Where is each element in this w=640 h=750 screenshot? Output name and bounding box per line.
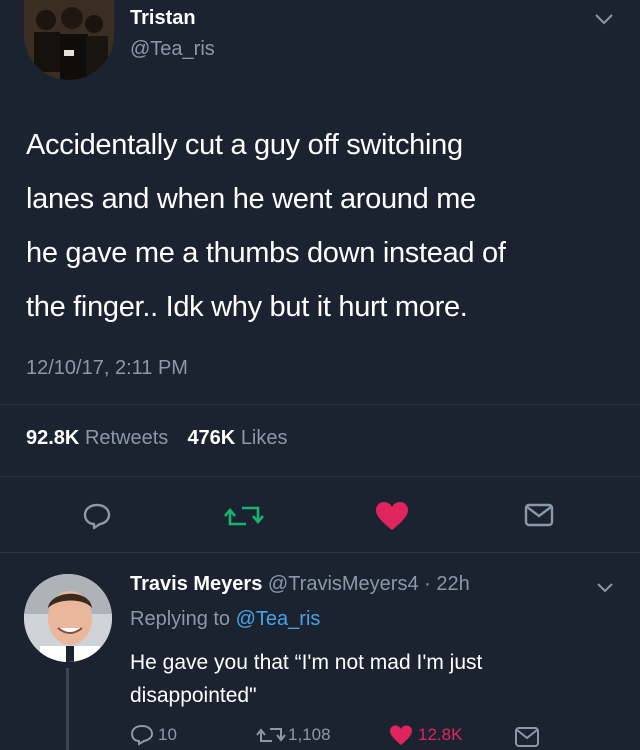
reply-author-handle[interactable]: @TravisMeyers4 xyxy=(268,573,419,595)
reply-author-name[interactable]: Travis Meyers xyxy=(130,573,262,595)
engagement-stats: 92.8K Retweets 476K Likes xyxy=(26,426,288,450)
reply-header: Travis Meyers @TravisMeyers4 · 22h xyxy=(130,572,470,596)
retweets-label[interactable]: Retweets xyxy=(85,427,168,449)
author-handle[interactable]: @Tea_ris xyxy=(130,37,215,61)
reply-separator: · xyxy=(424,573,431,595)
reply-chevron-down-icon[interactable] xyxy=(596,582,614,594)
share-icon[interactable] xyxy=(524,502,554,528)
tweet-text-line: Accidentally cut a guy off switching xyxy=(26,129,463,161)
reply-share-icon[interactable] xyxy=(514,726,540,748)
heart-small-icon xyxy=(388,724,414,746)
divider xyxy=(0,404,640,405)
tweet-text: Accidentally cut a guy off switching lan… xyxy=(26,118,626,334)
reply-action-retweet[interactable]: 1,108 xyxy=(256,724,331,746)
author-name[interactable]: Tristan xyxy=(130,6,196,30)
reply-action-like[interactable]: 12.8K xyxy=(388,724,462,746)
reply-retweet-count: 1,108 xyxy=(288,725,331,744)
divider xyxy=(0,476,640,477)
retweets-count[interactable]: 92.8K xyxy=(26,427,79,449)
tweet-text-line: he gave me a thumbs down instead of xyxy=(26,237,506,269)
heart-icon[interactable] xyxy=(374,500,410,532)
retweet-small-icon xyxy=(256,724,286,746)
replying-prefix: Replying to xyxy=(130,608,231,630)
tweet-text-line: the finger.. Idk why but it hurt more. xyxy=(26,291,468,323)
retweet-icon[interactable] xyxy=(224,502,264,530)
travis-avatar[interactable] xyxy=(24,574,112,662)
reply-small-icon xyxy=(130,724,154,746)
tweet-text-line: lanes and when he went around me xyxy=(26,183,476,215)
divider xyxy=(0,552,640,553)
replying-to: Replying to @Tea_ris xyxy=(130,606,320,632)
tweet-timestamp[interactable]: 12/10/17, 2:11 PM xyxy=(26,356,188,380)
reply-text-line: He gave you that “I'm not mad I'm just xyxy=(130,651,483,674)
tristan-avatar[interactable] xyxy=(24,0,114,80)
thread-line xyxy=(66,668,69,750)
reply-like-count: 12.8K xyxy=(418,725,463,744)
reply-count: 10 xyxy=(158,725,177,744)
reply-icon[interactable] xyxy=(82,502,112,530)
reply-text-line: disappointed" xyxy=(130,684,257,707)
likes-count[interactable]: 476K xyxy=(187,427,235,449)
chevron-down-icon[interactable] xyxy=(594,12,614,26)
replying-handle[interactable]: @Tea_ris xyxy=(236,608,321,630)
reply-text: He gave you that “I'm not mad I'm just d… xyxy=(130,646,620,712)
likes-label[interactable]: Likes xyxy=(241,427,288,449)
reply-time[interactable]: 22h xyxy=(436,573,469,595)
reply-action-reply[interactable]: 10 xyxy=(130,724,177,746)
